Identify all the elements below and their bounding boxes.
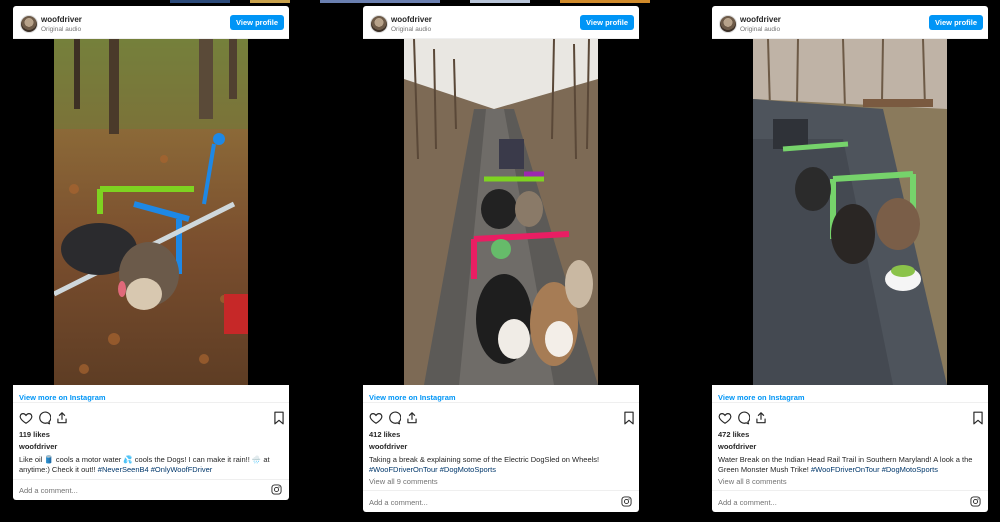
instagram-post-card-3: woofdriver Original audio View profile V… [712, 6, 988, 512]
add-comment-input[interactable]: Add a comment... [19, 486, 78, 495]
post-header: woofdriver Original audio View profile [13, 6, 289, 39]
add-comment-input[interactable]: Add a comment... [718, 498, 777, 507]
audio-label[interactable]: Original audio [740, 26, 780, 33]
top-color-strip [0, 0, 1000, 3]
likes-count[interactable]: 472 likes [718, 430, 749, 439]
hashtag-link[interactable]: #WooFDriverOnTour [369, 465, 438, 474]
view-all-comments-link[interactable]: View all 9 comments [369, 477, 438, 486]
view-all-comments-link[interactable]: View all 8 comments [718, 477, 787, 486]
comment-icon[interactable] [387, 411, 401, 425]
bookmark-icon[interactable] [622, 411, 636, 425]
post-header: woofdriver Original audio View profile [363, 6, 639, 39]
caption: Water Break on the Indian Head Rail Trai… [718, 455, 980, 474]
divider [363, 490, 639, 491]
heart-icon[interactable] [19, 411, 33, 425]
view-more-on-instagram-link[interactable]: View more on Instagram [718, 393, 805, 402]
caption-author[interactable]: woofdriver [369, 442, 407, 451]
instagram-icon[interactable] [621, 496, 632, 507]
avatar[interactable] [20, 15, 38, 33]
hashtag-link[interactable]: #DogMotoSports [440, 465, 496, 474]
avatar[interactable] [370, 15, 388, 33]
username[interactable]: woofdriver [41, 15, 82, 24]
share-icon[interactable] [754, 411, 768, 425]
audio-label[interactable]: Original audio [391, 26, 431, 33]
video-media[interactable] [13, 39, 289, 385]
divider [712, 490, 988, 491]
view-more-on-instagram-link[interactable]: View more on Instagram [369, 393, 456, 402]
divider [13, 479, 289, 480]
comment-icon[interactable] [37, 411, 51, 425]
divider [712, 402, 988, 403]
view-profile-button[interactable]: View profile [580, 15, 634, 30]
audio-label[interactable]: Original audio [41, 26, 81, 33]
view-profile-button[interactable]: View profile [230, 15, 284, 30]
post-header: woofdriver Original audio View profile [712, 6, 988, 39]
bookmark-icon[interactable] [272, 411, 286, 425]
share-icon[interactable] [405, 411, 419, 425]
hashtag-link[interactable]: #OnlyWoofFDriver [151, 465, 213, 474]
bookmark-icon[interactable] [971, 411, 985, 425]
instagram-icon[interactable] [271, 484, 282, 495]
view-profile-button[interactable]: View profile [929, 15, 983, 30]
action-bar [19, 411, 286, 425]
username[interactable]: woofdriver [391, 15, 432, 24]
caption-author[interactable]: woofdriver [19, 442, 57, 451]
caption-text: Taking a break & explaining some of the … [369, 455, 600, 464]
caption-author[interactable]: woofdriver [718, 442, 756, 451]
instagram-icon[interactable] [970, 496, 981, 507]
likes-count[interactable]: 412 likes [369, 430, 400, 439]
action-bar [718, 411, 985, 425]
caption: Taking a break & explaining some of the … [369, 455, 631, 474]
divider [13, 402, 289, 403]
likes-count[interactable]: 119 likes [19, 430, 50, 439]
view-more-on-instagram-link[interactable]: View more on Instagram [19, 393, 106, 402]
username[interactable]: woofdriver [740, 15, 781, 24]
hashtag-link[interactable]: #DogMotoSports [882, 465, 938, 474]
instagram-post-card-1: woofdriver Original audio View profile V… [13, 6, 289, 500]
divider [363, 402, 639, 403]
video-frame [753, 39, 947, 385]
add-comment-input[interactable]: Add a comment... [369, 498, 428, 507]
heart-icon[interactable] [718, 411, 732, 425]
action-bar [369, 411, 636, 425]
video-media[interactable] [712, 39, 988, 385]
hashtag-link[interactable]: #NeverSeenB4 [98, 465, 149, 474]
video-media[interactable] [363, 39, 639, 385]
comment-icon[interactable] [736, 411, 750, 425]
video-frame [404, 39, 598, 385]
heart-icon[interactable] [369, 411, 383, 425]
video-frame [54, 39, 248, 385]
caption: Like oil 🛢️ cools a motor water 💦 cools … [19, 455, 281, 474]
hashtag-link[interactable]: #WooFDriverOnTour [811, 465, 880, 474]
share-icon[interactable] [55, 411, 69, 425]
avatar[interactable] [719, 15, 737, 33]
instagram-post-card-2: woofdriver Original audio View profile V… [363, 6, 639, 512]
